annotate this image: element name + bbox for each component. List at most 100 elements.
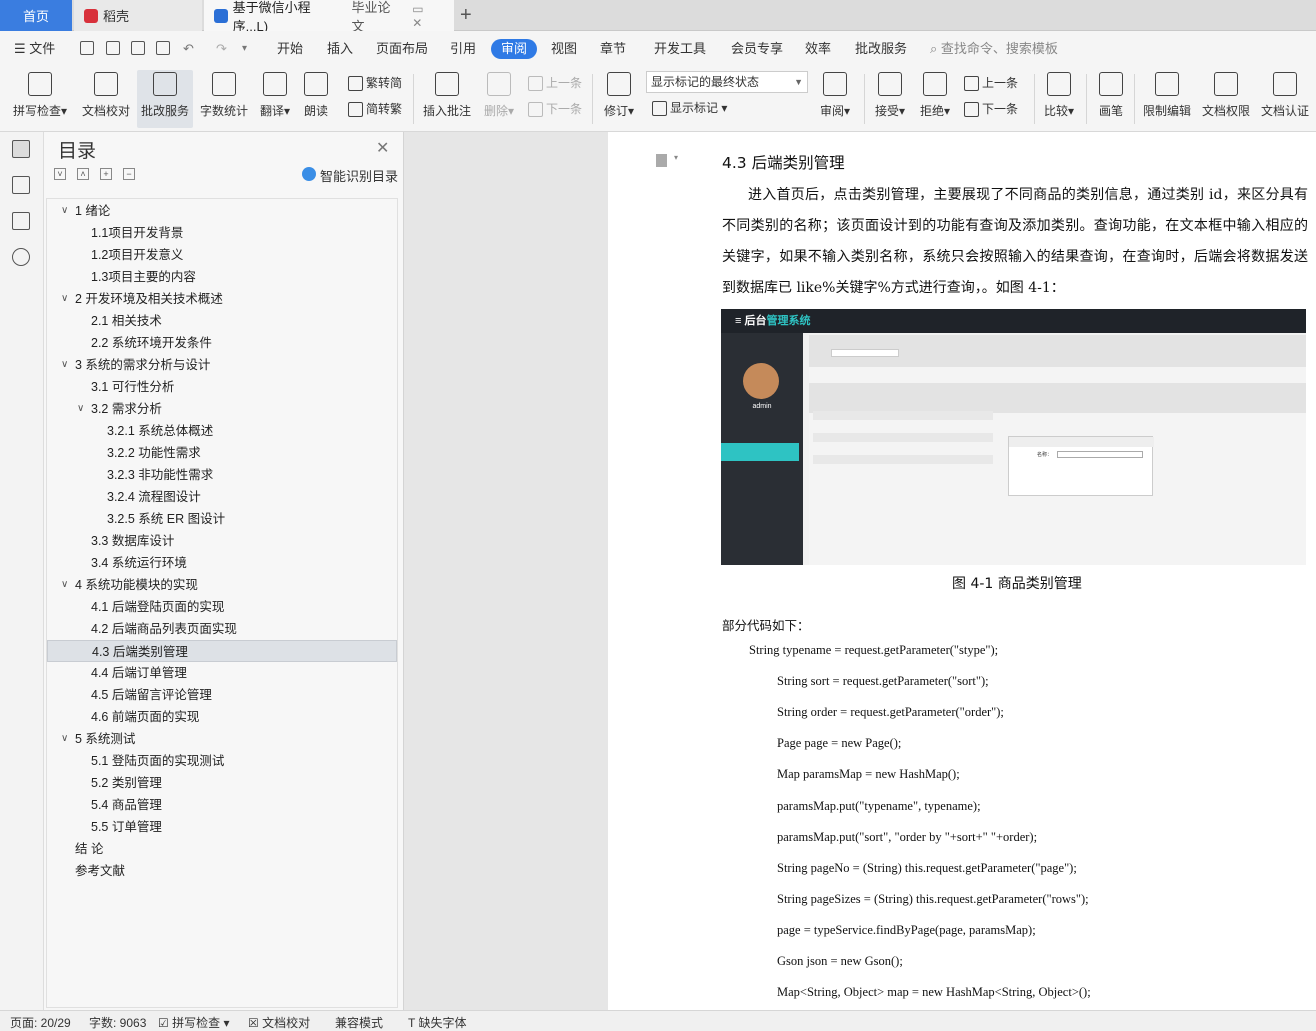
file-menu[interactable]: ☰ 文件 [14, 31, 55, 66]
toc-item[interactable]: 1.3项目主要的内容 [47, 266, 397, 288]
toc-item[interactable]: 4.3 后端类别管理 [47, 640, 397, 662]
toc-item[interactable]: 4.1 后端登陆页面的实现 [47, 596, 397, 618]
status-words[interactable]: 字数: 9063 [89, 1014, 146, 1031]
undo-icon[interactable]: ↶ [183, 31, 194, 66]
export-pdf-icon[interactable] [106, 41, 120, 55]
collapse-chevron-icon[interactable]: ∨ [61, 574, 68, 596]
prev-change-button[interactable]: 上一条 [962, 73, 1018, 93]
compare-button[interactable]: 比较▾ [1040, 70, 1078, 128]
toc-item[interactable]: ∨ 5 系统测试 [47, 728, 397, 750]
menu-chapter[interactable]: 章节 [600, 31, 626, 66]
collapse-chevron-icon[interactable]: ∨ [61, 728, 68, 750]
menu-insert[interactable]: 插入 [327, 31, 353, 66]
print-preview-icon[interactable] [156, 41, 170, 55]
toc-item[interactable]: 3.4 系统运行环境 [47, 552, 397, 574]
delete-comment-button[interactable]: 删除▾ [480, 70, 518, 128]
command-search[interactable]: ⌕ 查找命令、搜索模板 [930, 31, 1058, 66]
menu-review[interactable]: 审阅 [491, 39, 538, 59]
toc-item[interactable]: 1.2项目开发意义 [47, 244, 397, 266]
toc-item[interactable]: 5.1 登陆页面的实现测试 [47, 750, 397, 772]
toc-item[interactable]: 3.2.5 系统 ER 图设计 [47, 508, 397, 530]
collapse-chevron-icon[interactable]: ∨ [61, 354, 68, 376]
collapse-all-icon[interactable]: ˅ [54, 168, 66, 180]
new-tab-plus-icon[interactable]: + [460, 4, 472, 27]
spell-check-button[interactable]: 拼写检查▾ [10, 70, 70, 128]
read-aloud-button[interactable]: 朗读 [300, 70, 332, 128]
next-change-button[interactable]: 下一条 [962, 99, 1018, 119]
toc-item[interactable]: 3.1 可行性分析 [47, 376, 397, 398]
toc-item[interactable]: 4.5 后端留言评论管理 [47, 684, 397, 706]
status-page[interactable]: 页面: 20/29 [10, 1014, 71, 1031]
correction-service-button[interactable]: 批改服务 [137, 70, 193, 128]
toc-item[interactable]: 2.1 相关技术 [47, 310, 397, 332]
toc-item[interactable]: 1.1项目开发背景 [47, 222, 397, 244]
menu-correction[interactable]: 批改服务 [855, 31, 907, 66]
reject-button[interactable]: 拒绝▾ [916, 70, 954, 128]
toc-item[interactable]: 4.6 前端页面的实现 [47, 706, 397, 728]
doc-proof-button[interactable]: 文档校对 [78, 70, 134, 128]
collapse-chevron-icon[interactable]: ∨ [61, 288, 68, 310]
bookmark-icon[interactable] [12, 212, 30, 230]
next-comment-button[interactable]: 下一条 [526, 99, 582, 119]
show-marks-button[interactable]: 显示标记 ▾ [650, 98, 727, 118]
toc-item[interactable]: 3.3 数据库设计 [47, 530, 397, 552]
nav-pane-icon[interactable] [12, 176, 30, 194]
toc-item[interactable]: 5.5 订单管理 [47, 816, 397, 838]
print-icon[interactable] [131, 41, 145, 55]
tab-daoke[interactable]: 稻壳 [74, 0, 202, 31]
review-pane-button[interactable]: 审阅▾ [816, 70, 854, 128]
menu-reference[interactable]: 引用 [450, 31, 476, 66]
toc-item[interactable]: 4.4 后端订单管理 [47, 662, 397, 684]
search-icon[interactable] [12, 248, 30, 266]
tab-window-icons[interactable]: ▭ ✕ [412, 2, 454, 30]
save-icon[interactable] [80, 41, 94, 55]
tab-document[interactable]: 基于微信小程序...L) 毕业论文 ▭ ✕ [204, 0, 454, 34]
redo-icon[interactable]: ↷ [216, 31, 227, 66]
toc-item[interactable]: 3.2.2 功能性需求 [47, 442, 397, 464]
toc-item[interactable]: 5.2 类别管理 [47, 772, 397, 794]
page-marker-icon[interactable] [656, 154, 667, 167]
remove-heading-icon[interactable]: − [123, 168, 135, 180]
markup-state-select[interactable]: 显示标记的最终状态 ▼ [646, 71, 808, 93]
doc-cert-button[interactable]: 文档认证 [1257, 70, 1313, 128]
chevron-down-icon[interactable]: ▾ [674, 153, 678, 162]
toc-item[interactable]: 5.4 商品管理 [47, 794, 397, 816]
toc-item[interactable]: ∨ 3 系统的需求分析与设计 [47, 354, 397, 376]
trad-to-simp-button[interactable]: 繁转简 [346, 73, 402, 93]
toc-item[interactable]: ∨ 2 开发环境及相关技术概述 [47, 288, 397, 310]
prev-comment-button[interactable]: 上一条 [526, 73, 582, 93]
toc-item[interactable]: 参考文献 [47, 860, 397, 882]
status-missing-font[interactable]: T 缺失字体 [408, 1014, 466, 1031]
toc-item[interactable]: 2.2 系统环境开发条件 [47, 332, 397, 354]
add-heading-icon[interactable]: + [100, 168, 112, 180]
menu-view[interactable]: 视图 [551, 31, 577, 66]
menu-efficiency[interactable]: 效率 [805, 31, 831, 66]
collapse-chevron-icon[interactable]: ∨ [61, 200, 68, 222]
simp-to-trad-button[interactable]: 简转繁 [346, 99, 402, 119]
toc-item[interactable]: 结 论 [47, 838, 397, 860]
pen-button[interactable]: 画笔 [1094, 70, 1128, 128]
restrict-edit-button[interactable]: 限制编辑 [1140, 70, 1194, 128]
toc-item[interactable]: 3.2.1 系统总体概述 [47, 420, 397, 442]
smart-toc-button[interactable]: 智能识别目录 [302, 166, 398, 185]
close-icon[interactable]: ✕ [376, 138, 389, 158]
tab-home[interactable]: 首页 [0, 0, 72, 31]
status-doc-proof[interactable]: ☒ 文档校对 [248, 1014, 310, 1031]
toc-item[interactable]: ∨ 1 绪论 [47, 200, 397, 222]
status-spell-check[interactable]: ☑ 拼写检查 ▾ [158, 1014, 229, 1031]
collapse-chevron-icon[interactable]: ∨ [77, 398, 84, 420]
translate-button[interactable]: 翻译▾ [256, 70, 294, 128]
toc-item[interactable]: 4.2 后端商品列表页面实现 [47, 618, 397, 640]
toc-panel-icon[interactable] [12, 140, 30, 158]
doc-rights-button[interactable]: 文档权限 [1199, 70, 1253, 128]
word-count-button[interactable]: 字数统计 [197, 70, 251, 128]
menu-dev-tools[interactable]: 开发工具 [654, 31, 706, 66]
accept-button[interactable]: 接受▾ [871, 70, 909, 128]
revise-button[interactable]: 修订▾ [600, 70, 638, 128]
menu-member[interactable]: 会员专享 [731, 31, 783, 66]
more-dropdown-icon[interactable]: ▾ [242, 31, 247, 66]
insert-comment-button[interactable]: 插入批注 [421, 70, 473, 128]
toc-item[interactable]: ∨ 3.2 需求分析 [47, 398, 397, 420]
menu-page-layout[interactable]: 页面布局 [376, 31, 428, 66]
menu-start[interactable]: 开始 [277, 31, 303, 66]
